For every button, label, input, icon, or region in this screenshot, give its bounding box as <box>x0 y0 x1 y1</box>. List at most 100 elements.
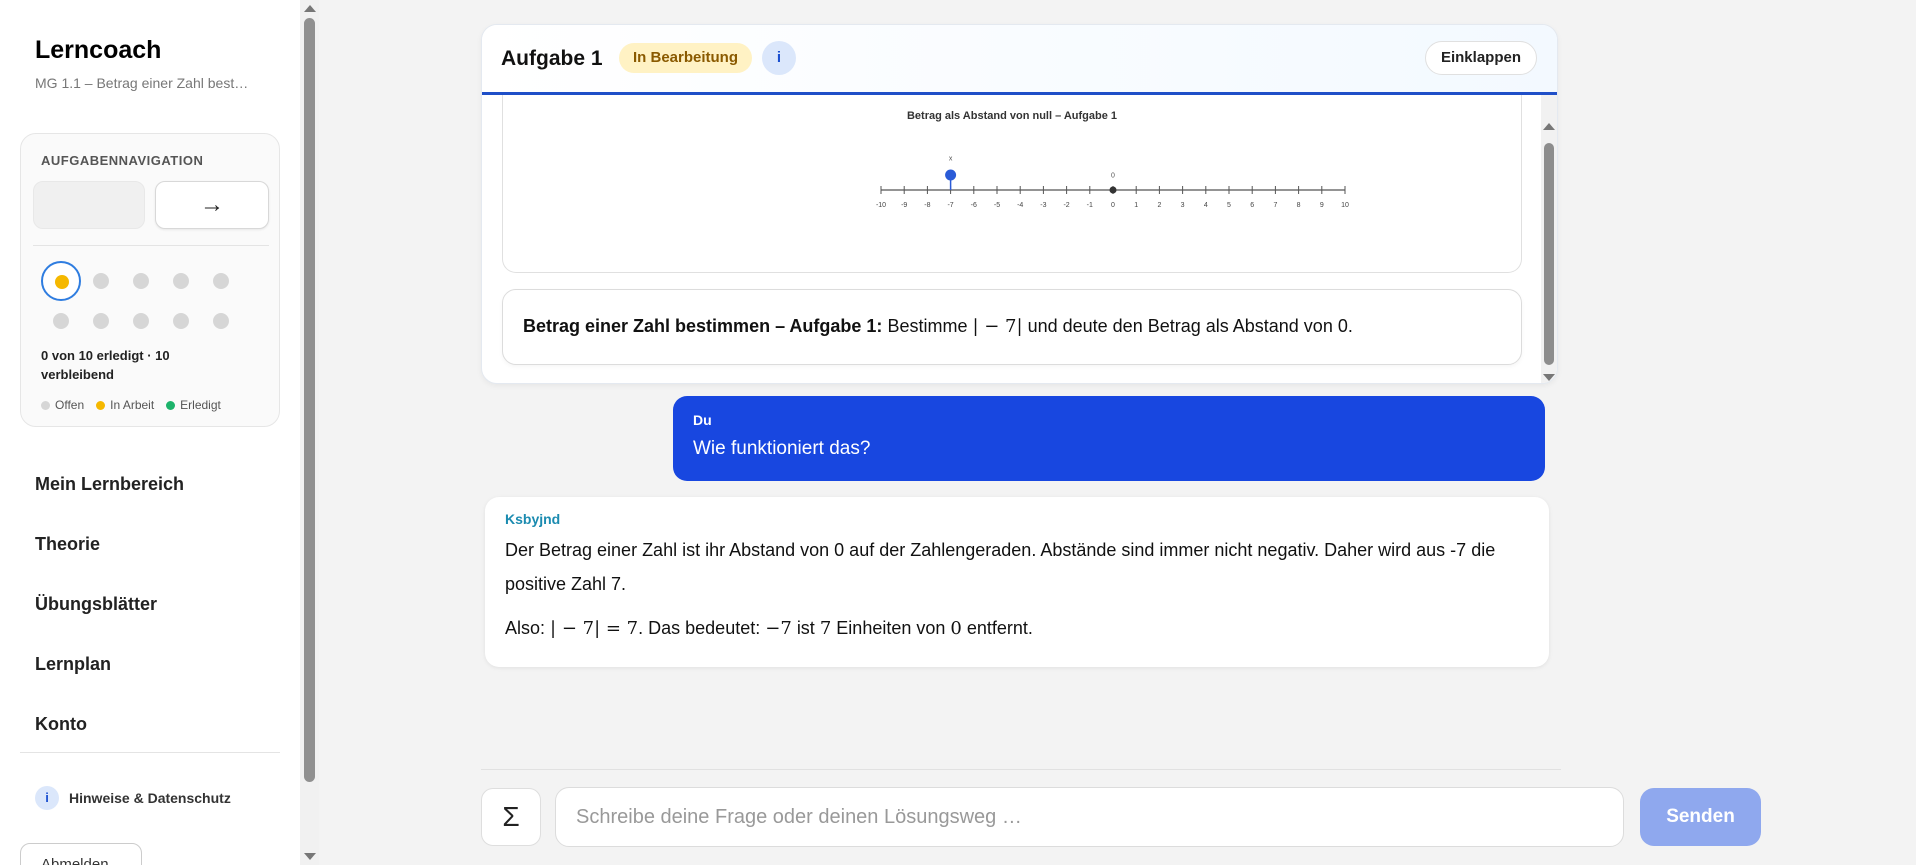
legend-item: Erledigt <box>166 398 221 412</box>
legend-dot <box>166 400 176 410</box>
p2-math-2: −7 <box>765 618 792 639</box>
tick-label: -6 <box>971 202 977 209</box>
assistant-name: Ksbyjnd <box>505 511 561 527</box>
user-message: Du Wie funktioniert das? <box>673 396 1545 481</box>
task-info-button[interactable]: i <box>762 41 796 75</box>
task-dot-1[interactable] <box>41 261 81 301</box>
task-statement-pre: Bestimme <box>887 316 968 336</box>
menu-item-uebungsblaetter[interactable]: Übungsblätter <box>35 594 157 615</box>
formula-button[interactable]: Σ <box>481 788 541 846</box>
assistant-message: Ksbyjnd Der Betrag einer Zahl ist ihr Ab… <box>485 497 1549 667</box>
tick-label: -3 <box>1040 202 1046 209</box>
p2-post: entfernt. <box>966 618 1033 638</box>
assistant-paragraph-2: Also: | − 7| = 7. Das bedeutet: −7 ist 7… <box>505 611 1529 646</box>
tick-label: -4 <box>1017 202 1023 209</box>
task-dot-3[interactable] <box>133 273 149 289</box>
menu-item-theorie[interactable]: Theorie <box>35 534 100 555</box>
task-dot-10[interactable] <box>213 313 229 329</box>
point-label: 0 <box>1111 173 1115 180</box>
tick-label: -2 <box>1063 202 1069 209</box>
logout-button[interactable]: Abmelden <box>20 843 142 865</box>
tick-label: 2 <box>1157 202 1161 209</box>
tick-label: -9 <box>901 202 907 209</box>
scroll-up-icon[interactable] <box>304 5 316 12</box>
tick-label: -5 <box>994 202 1000 209</box>
task-statement: Betrag einer Zahl bestimmen – Aufgabe 1:… <box>502 289 1522 365</box>
brand-title: Lerncoach <box>35 36 162 64</box>
data-point <box>1109 186 1117 194</box>
info-icon: i <box>776 49 782 66</box>
sidebar: Lerncoach MG 1.1 – Betrag einer Zahl bes… <box>0 0 300 865</box>
scroll-down-icon[interactable] <box>304 853 316 860</box>
task-dot-5[interactable] <box>213 273 229 289</box>
task-card-scroll-thumb[interactable] <box>1544 143 1554 365</box>
data-point <box>945 169 957 181</box>
previous-task-button[interactable] <box>33 181 145 229</box>
point-label: x <box>949 156 953 163</box>
legend-item: Offen <box>41 398 84 412</box>
number-line-chart: -10 -9 -8 -7 -6 -5 -4 -3 -2 -1 0 1 2 3 4 5 6 7 8 9 10x0 <box>876 156 1349 210</box>
info-icon: i <box>35 786 59 810</box>
status-legend: Offen In Arbeit Erledigt <box>41 398 221 412</box>
legend-dot <box>41 400 50 410</box>
sidebar-scroll-thumb[interactable] <box>304 18 315 782</box>
nav-separator <box>33 245 269 246</box>
tick-label: 0 <box>1111 202 1115 209</box>
collapse-button[interactable]: Einklappen <box>1424 41 1537 75</box>
tick-label: -10 <box>876 202 886 209</box>
send-button[interactable]: Senden <box>1640 788 1761 846</box>
menu-item-lernbereich[interactable]: Mein Lernbereich <box>35 474 184 495</box>
task-dot-6[interactable] <box>53 313 69 329</box>
menu-item-lernplan[interactable]: Lernplan <box>35 654 111 675</box>
task-dot-9[interactable] <box>173 313 189 329</box>
main-area: Aufgabe 1 In Bearbeitung i Einklappen Be… <box>319 0 1916 865</box>
task-dot-7[interactable] <box>93 313 109 329</box>
chat-input[interactable] <box>555 787 1624 847</box>
task-card: Aufgabe 1 In Bearbeitung i Einklappen Be… <box>481 24 1558 384</box>
task-dot-4[interactable] <box>173 273 189 289</box>
tick-label: 7 <box>1273 202 1277 209</box>
p2-math-3: 7 <box>819 618 832 639</box>
sidebar-scrollbar[interactable] <box>300 0 319 865</box>
assistant-paragraph-1: Der Betrag einer Zahl ist ihr Abstand vo… <box>505 540 1496 594</box>
task-statement-title: Betrag einer Zahl bestimmen – Aufgabe 1: <box>523 316 883 336</box>
sigma-icon: Σ <box>502 801 520 832</box>
next-task-button[interactable]: → <box>155 181 269 229</box>
task-statement-post: und deute den Betrag als Abstand von 0. <box>1027 316 1353 336</box>
tick-label: 1 <box>1134 202 1138 209</box>
task-dot-2[interactable] <box>93 273 109 289</box>
p2-mid-1: . Das bedeutet: <box>638 618 761 638</box>
tick-label: 4 <box>1204 202 1208 209</box>
legend-item: In Arbeit <box>96 398 154 412</box>
number-line-figure: Betrag als Abstand von null – Aufgabe 1 … <box>502 95 1522 273</box>
legend-label: Offen <box>55 398 85 412</box>
legend-dot <box>96 400 106 410</box>
scroll-down-icon[interactable] <box>1543 374 1555 381</box>
hint-label: Hinweise & Datenschutz <box>69 790 231 806</box>
task-dot-8[interactable] <box>133 313 149 329</box>
progress-text: 0 von 10 erledigt · 10 verbleibend <box>41 348 170 382</box>
user-name: Du <box>693 412 712 428</box>
tick-label: 6 <box>1250 202 1254 209</box>
tick-label: 10 <box>1341 202 1349 209</box>
tick-label: 8 <box>1297 202 1301 209</box>
composer-separator <box>481 769 1561 770</box>
tick-label: 9 <box>1320 202 1324 209</box>
hint-privacy-link[interactable]: i Hinweise & Datenschutz <box>35 786 231 810</box>
tick-label: -7 <box>947 202 953 209</box>
scroll-up-icon[interactable] <box>1543 123 1555 130</box>
tick-label: -1 <box>1087 202 1093 209</box>
task-navigation-card: AUFGABENNAVIGATION → 0 von 10 erledigt ·… <box>20 133 280 427</box>
user-message-text: Wie funktioniert das? <box>693 438 871 459</box>
task-card-scrollbar[interactable] <box>1541 95 1557 383</box>
p2-mid-3: Einheiten von <box>836 618 946 638</box>
tick-label: -8 <box>924 202 930 209</box>
legend-label: Erledigt <box>180 398 221 412</box>
task-statement-math: | − 7| <box>972 316 1023 337</box>
p2-mid-2: ist <box>796 618 815 638</box>
menu-separator <box>20 752 280 753</box>
tick-label: 3 <box>1181 202 1185 209</box>
task-header: Aufgabe 1 In Bearbeitung i Einklappen <box>482 25 1557 95</box>
legend-label: In Arbeit <box>110 398 155 412</box>
menu-item-konto[interactable]: Konto <box>35 714 87 735</box>
